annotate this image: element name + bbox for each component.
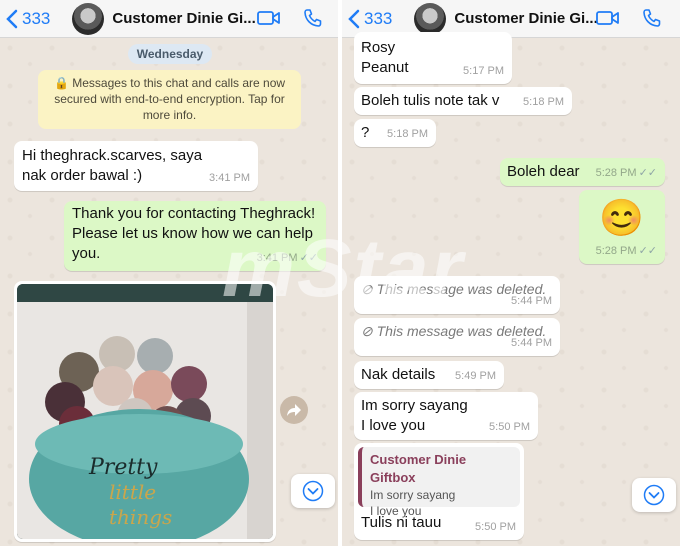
read-receipt-icon: ✓✓ [638, 167, 657, 179]
smiling-face-emoji: 😊 [599, 197, 644, 238]
video-call-icon[interactable] [257, 8, 281, 33]
chevron-left-icon [6, 9, 18, 28]
message-text: Boleh tulis note tak v [361, 92, 500, 109]
message-text: Im sorry sayang [361, 397, 468, 414]
phone-call-icon[interactable] [642, 8, 662, 33]
encryption-notice-text: Messages to this chat and calls are now … [54, 76, 286, 122]
message-text: Boleh dear [507, 163, 580, 180]
message-bubble-incoming[interactable]: Nak details 5:49 PM [354, 361, 504, 389]
quoted-text: Im sorry sayang [370, 488, 456, 502]
back-button[interactable]: 333 [6, 9, 50, 29]
emoji-message[interactable]: 😊 5:28 PM ✓✓ [579, 190, 665, 264]
message-time: 5:18 PM [387, 128, 428, 140]
phone-call-icon[interactable] [303, 8, 323, 33]
deleted-message[interactable]: ⊘ This message was deleted. 5:44 PM [354, 276, 560, 314]
svg-text:Pretty: Pretty [88, 455, 158, 480]
message-bubble-incoming[interactable]: Im sorry sayang I love you 5:50 PM [354, 392, 538, 440]
forward-arrow-icon [287, 404, 301, 416]
contact-name[interactable]: Customer Dinie Gi... [112, 10, 255, 27]
forward-button[interactable] [280, 396, 308, 424]
message-text: Rosy [361, 39, 396, 56]
read-receipt-icon: ✓✓ [299, 252, 318, 264]
deleted-message[interactable]: ⊘ This message was deleted. 5:44 PM [354, 318, 560, 356]
no-entry-icon: ⊘ [361, 323, 377, 339]
gift-box-photo: Pretty little things [17, 284, 273, 539]
message-bubble-incoming[interactable]: ? 5:18 PM [354, 119, 436, 147]
message-time: 5:50 PM [475, 521, 516, 533]
svg-text:things: things [109, 505, 172, 529]
message-time: 5:28 PM ✓✓ [595, 167, 657, 179]
avatar[interactable] [414, 2, 447, 35]
lock-icon: 🔒 [53, 76, 69, 90]
unread-count: 333 [22, 8, 51, 28]
chevron-down-icon [643, 484, 665, 506]
message-bubble-incoming[interactable]: Hi theghrack.scarves, saya nak order baw… [14, 141, 258, 191]
encryption-notice[interactable]: 🔒 Messages to this chat and calls are no… [38, 70, 301, 129]
message-time: 5:50 PM [489, 421, 530, 433]
scroll-to-bottom-button[interactable] [291, 474, 335, 508]
message-text: Hi theghrack.scarves, saya nak order baw… [22, 147, 203, 184]
video-call-icon[interactable] [596, 8, 620, 33]
message-bubble-incoming[interactable]: Boleh tulis note tak v 5:18 PM [354, 87, 572, 115]
message-time: 3:41 PM ✓✓ [256, 252, 318, 264]
chevron-down-icon [302, 480, 324, 502]
message-time: 5:28 PM ✓✓ [595, 245, 657, 257]
message-time: 5:18 PM [523, 96, 564, 108]
message-bubble-incoming[interactable]: Rosy Peanut 5:17 PM [354, 32, 512, 84]
message-text: Nak details [361, 366, 436, 383]
svg-text:little: little [109, 480, 156, 504]
chevron-left-icon [348, 9, 360, 28]
quoted-sender: Customer Dinie Giftbox [370, 452, 467, 485]
contact-name[interactable]: Customer Dinie Gi... [454, 10, 597, 27]
message-text: Tulis ni tauu [361, 514, 442, 531]
chat-panel-left: 333 Customer Dinie Gi... Wednesday 🔒 Mes… [0, 0, 338, 546]
date-divider: Wednesday [128, 44, 212, 64]
read-receipt-icon: ✓✓ [638, 245, 657, 257]
scroll-to-bottom-button[interactable] [632, 478, 676, 512]
no-entry-icon: ⊘ [361, 281, 377, 297]
message-time: 5:44 PM [511, 295, 552, 307]
image-message[interactable]: Pretty little things [14, 281, 276, 542]
message-time: 5:44 PM [511, 337, 552, 349]
message-bubble-outgoing[interactable]: Thank you for contacting Theghrack! Plea… [64, 201, 326, 271]
message-time: 5:49 PM [455, 370, 496, 382]
chat-panel-right: 333 Customer Dinie Gi... Rosy Peanut 5:1… [342, 0, 680, 546]
message-bubble-outgoing[interactable]: Boleh dear 5:28 PM ✓✓ [500, 158, 665, 186]
message-time: 3:41 PM [209, 172, 250, 184]
avatar[interactable] [72, 2, 105, 35]
unread-count: 333 [364, 8, 393, 28]
message-time: 5:17 PM [463, 65, 504, 77]
reply-message[interactable]: Customer Dinie Giftbox Im sorry sayang I… [354, 443, 524, 540]
quoted-message[interactable]: Customer Dinie Giftbox Im sorry sayang I… [358, 447, 520, 518]
chat-header: 333 Customer Dinie Gi... [0, 0, 338, 38]
back-button[interactable]: 333 [348, 9, 392, 29]
message-text: ? [361, 124, 370, 141]
